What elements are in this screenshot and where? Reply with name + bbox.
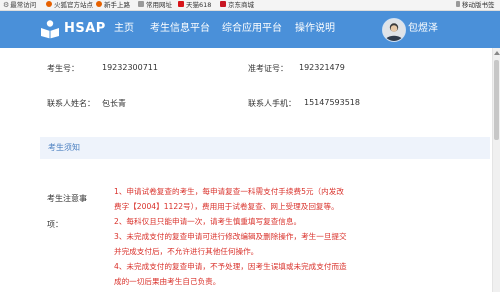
notice-section-header: 考生须知	[40, 137, 490, 159]
attention-label: 考生注意事 项：	[47, 186, 105, 238]
bookmark-mobile[interactable]: 移动版书签	[456, 0, 495, 10]
nav-home[interactable]: 主页	[114, 19, 134, 39]
logo-text[interactable]: HSAP	[64, 19, 106, 39]
nav-instructions[interactable]: 操作说明	[295, 19, 335, 39]
contact-phone-value: 15147593518	[304, 98, 360, 107]
bookmark-most-visited[interactable]: ⚙最常访问	[3, 0, 36, 10]
bookmark-common-sites[interactable]: 常用网址	[138, 0, 172, 10]
nav-integrated-app-platform[interactable]: 综合应用平台	[222, 19, 282, 39]
rule-line: 2、每科仅且只能申请一次，请考生慎重填写复查信息。	[114, 217, 302, 226]
user-name[interactable]: 包煜泽	[408, 19, 438, 39]
notice-rules: 1、申请试卷复查的考生，每申请复查一科需支付手续费5元（内发改 费字【2004】…	[114, 184, 489, 289]
site-header: HSAP 主页 考生信息平台 综合应用平台 操作说明 包煜泽	[0, 11, 500, 48]
folder-icon	[138, 1, 144, 7]
rule-line: 3、未完成支付的复查申请可进行修改编辑及删除操作，考生一旦提交	[114, 232, 347, 241]
nav-candidate-info-platform[interactable]: 考生信息平台	[150, 19, 210, 39]
candidate-no-value: 19232300711	[102, 63, 158, 72]
rule-line: 4、未完成支付的复查申请，不予处理，因考生误填或未完成支付而造	[114, 262, 347, 271]
firefox-icon	[96, 1, 102, 7]
firefox-icon	[46, 1, 52, 7]
rule-line: 并完成支付后，不允许进行其他任何操作。	[114, 247, 259, 256]
scroll-up-icon[interactable]	[494, 51, 500, 55]
rule-line: 成的一切后果由考生自己负责。	[114, 277, 221, 286]
admission-no-value: 192321479	[299, 63, 345, 72]
contact-name-label: 联系人姓名：	[47, 99, 95, 108]
tmall-icon	[178, 1, 184, 7]
jd-icon	[220, 1, 226, 7]
bookmarks-bar: ⚙最常访问 火狐官方站点 新手上路 常用网址 天猫618 京东商城 移动版书签	[0, 0, 500, 11]
attention-label-line-2: 项：	[47, 220, 63, 229]
contact-phone-label: 联系人手机：	[248, 99, 296, 108]
candidate-no-label: 考生号：	[47, 64, 79, 73]
vertical-scrollbar[interactable]	[492, 48, 500, 292]
admission-no-label: 准考证号：	[248, 64, 288, 73]
attention-label-line-1: 考生注意事	[47, 194, 87, 203]
bookmark-tmall[interactable]: 天猫618	[178, 0, 211, 10]
bookmark-jd[interactable]: 京东商城	[220, 0, 254, 10]
bookmark-firefox-official[interactable]: 火狐官方站点	[46, 0, 93, 10]
rule-line: 费字【2004】1122号），费用用于试卷复查、网上受理及回复等。	[114, 202, 339, 211]
contact-name-value: 包长青	[102, 99, 126, 108]
notice-title: 考生须知	[48, 143, 80, 152]
user-photo-icon	[383, 19, 405, 41]
logo-icon	[41, 20, 59, 39]
avatar[interactable]	[382, 18, 406, 42]
gear-icon: ⚙	[3, 1, 10, 9]
scroll-thumb[interactable]	[494, 60, 499, 140]
bookmark-getting-started[interactable]: 新手上路	[96, 0, 130, 10]
rule-line: 1、申请试卷复查的考生，每申请复查一科需支付手续费5元（内发改	[114, 187, 344, 196]
mobile-folder-icon	[456, 1, 460, 7]
